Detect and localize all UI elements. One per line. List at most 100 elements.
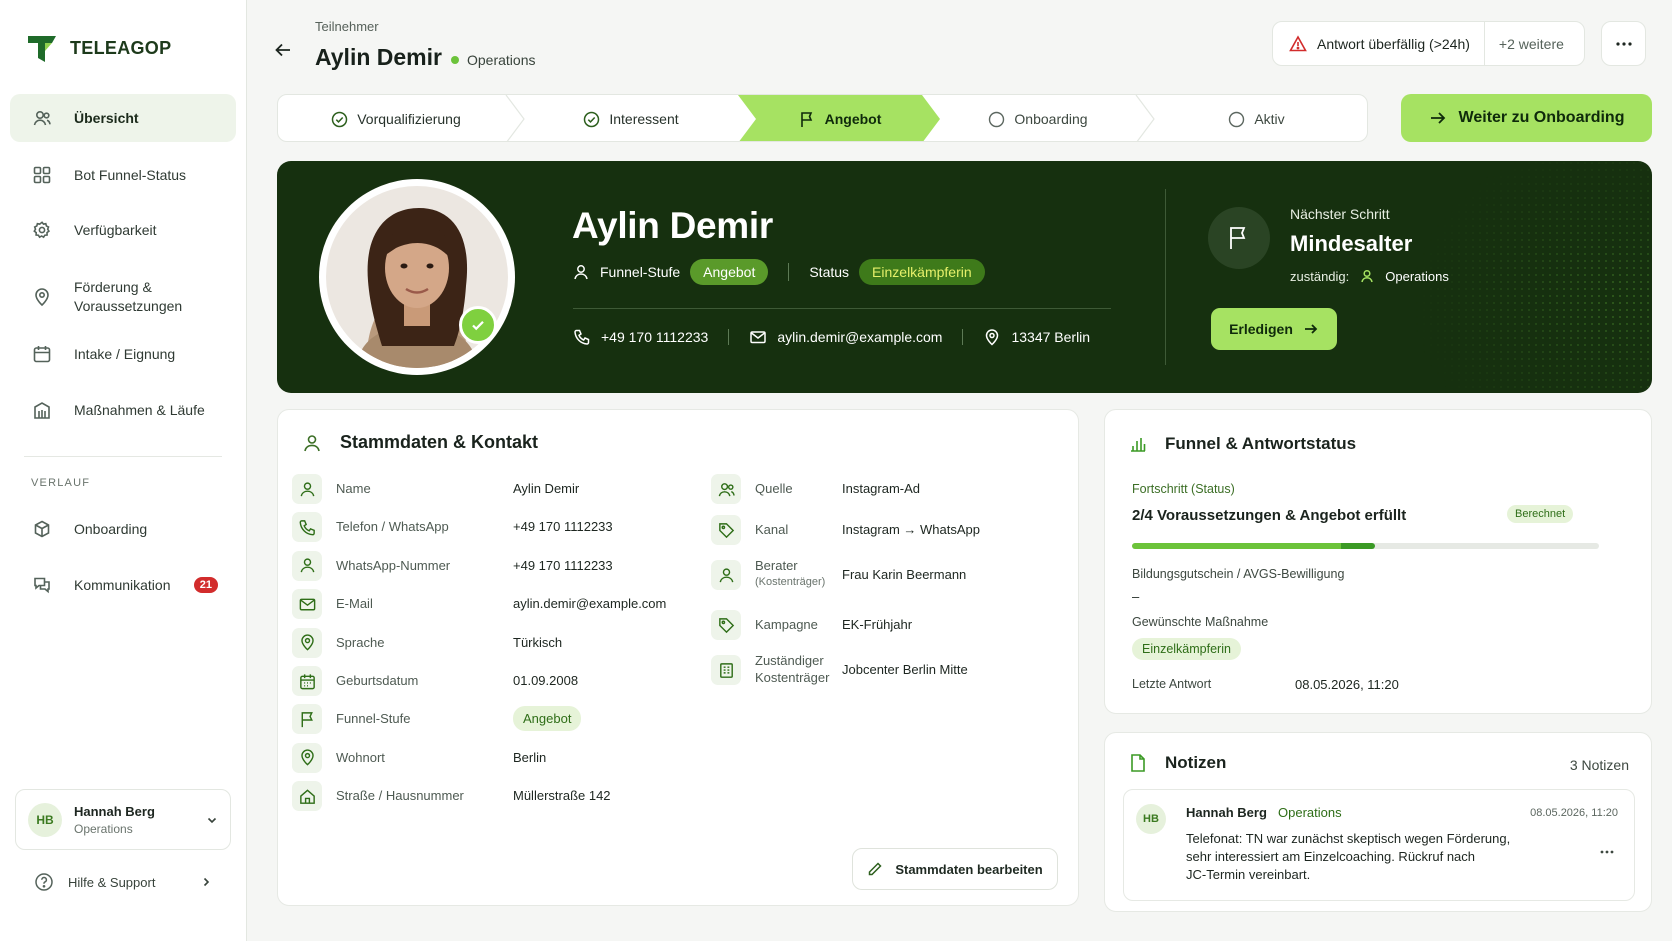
check-icon	[472, 321, 484, 331]
note-line: Telefonat: TN war zunächst skeptisch weg…	[1186, 831, 1511, 846]
phone-value[interactable]: +49 170 1112233	[601, 329, 708, 345]
field-icon	[711, 655, 741, 685]
funnel-status-row: Funnel-Stufe Angebot Status Einzelkämpfe…	[572, 259, 985, 285]
next-step-label: Nächster Schritt	[1290, 206, 1390, 222]
more-options-button[interactable]	[1601, 21, 1646, 66]
alert-text: Antwort überfällig (>24h)	[1317, 35, 1470, 52]
sidebar-item-label: Intake / Eignung	[74, 345, 176, 362]
email-value[interactable]: aylin.demir@example.com	[777, 329, 942, 345]
avatar: HB	[1136, 804, 1166, 834]
divider	[788, 263, 790, 281]
help-link[interactable]: Hilfe & Support	[34, 872, 212, 892]
check-circle-icon	[584, 111, 600, 127]
divider	[962, 329, 964, 345]
field-icon	[292, 627, 322, 658]
field-value: 01.09.2008	[513, 673, 579, 688]
note-more-icon[interactable]	[1600, 850, 1614, 854]
building-icon	[719, 662, 733, 678]
field-icon	[711, 560, 741, 590]
alert-more-link[interactable]: +2 weitere	[1483, 21, 1564, 66]
department-label: Operations	[467, 52, 536, 68]
hero-divider	[573, 308, 1111, 309]
complete-step-button[interactable]: Erledigen	[1211, 308, 1337, 350]
complete-label: Erledigen	[1229, 321, 1293, 337]
next-step-icon-circle	[1208, 207, 1270, 269]
gear-icon	[33, 221, 50, 239]
page-title: Aylin Demir	[315, 44, 442, 70]
sidebar-item-onboarding[interactable]: Onboarding	[10, 505, 236, 553]
field-label-main: Kampagne	[755, 617, 818, 632]
logo-icon	[28, 36, 56, 62]
status-chip: Einzelkämpferin	[859, 259, 985, 285]
field-label-main: Kanal	[755, 522, 789, 537]
chevron-right-icon	[203, 877, 210, 887]
step-vorqualifizierung[interactable]: Vorqualifizierung	[278, 95, 514, 141]
field-label-main: Quelle	[755, 481, 793, 496]
progress-label: Fortschritt (Status)	[1132, 482, 1235, 496]
card-title: Notizen	[1165, 753, 1227, 772]
field-value: Müllerstraße 142	[513, 788, 611, 804]
user-switcher[interactable]: HB Hannah Berg Operations	[15, 789, 231, 850]
location-pin-icon	[300, 634, 314, 651]
logo[interactable]: TELEAGOP	[26, 32, 171, 64]
field-label-main: Zuständiger	[755, 653, 824, 668]
note-item[interactable]: HB Hannah Berg Operations 08.05.2026, 11…	[1123, 789, 1635, 901]
sidebar-item-intake[interactable]: Intake / Eignung	[10, 330, 236, 378]
field-label-sub: (Kostenträger)	[755, 576, 826, 588]
sidebar-item-label: Kommunikation	[74, 576, 171, 593]
progress-fill	[1132, 543, 1375, 549]
field-icon	[711, 515, 741, 545]
next-step-value: Mindesalter	[1290, 231, 1413, 256]
mail-icon	[299, 598, 315, 611]
step-interessent[interactable]: Interessent	[514, 95, 748, 141]
sidebar-item-massnahmen[interactable]: Maßnahmen & Läufe	[10, 386, 236, 434]
arrow-right-icon	[1430, 112, 1445, 124]
brand-name: TELEAGOP	[70, 37, 172, 58]
step-label: Interessent	[609, 111, 679, 127]
edit-stammdaten-button[interactable]: Stammdaten bearbeiten	[852, 848, 1058, 890]
hero-name: Aylin Demir	[572, 205, 773, 246]
field-value: Angebot	[513, 706, 582, 732]
breadcrumb[interactable]: Teilnehmer	[315, 19, 379, 34]
sidebar-item-bot-funnel[interactable]: Bot Funnel-Status	[10, 151, 236, 199]
owner-label: zuständig:	[1290, 268, 1350, 284]
sidebar-item-foerderung[interactable]: Förderung & Voraussetzungen	[10, 270, 236, 324]
location-pin-icon	[35, 288, 49, 307]
sidebar-item-verfuegbarkeit[interactable]: Verfügbarkeit	[10, 206, 236, 254]
field-label: Geburtsdatum	[336, 673, 419, 688]
step-label: Angebot	[824, 111, 882, 127]
overdue-alert[interactable]: Antwort überfällig (>24h) +2 weitere	[1272, 21, 1585, 66]
step-aktiv[interactable]: Aktiv	[1144, 95, 1367, 141]
field-label-main: Berater	[755, 558, 798, 573]
continue-onboarding-button[interactable]: Weiter zu Onboarding	[1401, 94, 1652, 142]
users-icon	[33, 110, 51, 126]
sidebar-item-uebersicht[interactable]: Übersicht	[10, 94, 236, 142]
step-label: Aktiv	[1254, 111, 1285, 127]
step-onboarding[interactable]: Onboarding	[932, 95, 1144, 141]
last-answer-value: 08.05.2026, 11:20	[1295, 677, 1399, 692]
funnel-header: Funnel & Antwortstatus	[1129, 434, 1356, 454]
divider	[728, 329, 730, 345]
unread-badge: 21	[193, 577, 218, 593]
note-team: Operations	[1278, 805, 1342, 820]
help-icon	[35, 873, 53, 891]
mail-icon	[750, 331, 767, 344]
field-label: WhatsApp-Nummer	[336, 557, 451, 573]
sidebar-item-label: Onboarding	[74, 520, 148, 537]
sidebar-item-kommunikation[interactable]: Kommunikation 21	[10, 561, 236, 609]
chevron-down-icon	[207, 817, 217, 823]
field-label-sub: Kostenträger	[755, 670, 830, 685]
circle-icon	[989, 111, 1005, 127]
warning-icon	[1289, 34, 1307, 51]
card-title: Funnel & Antwortstatus	[1165, 434, 1357, 453]
bar-chart-icon	[1131, 438, 1146, 452]
note-icon	[1131, 754, 1145, 772]
phone-icon	[574, 329, 590, 345]
main-content: Teilnehmer Aylin Demir Operations Antwor…	[247, 0, 1672, 941]
location-value: 13347 Berlin	[1011, 329, 1091, 345]
chat-icon	[34, 577, 50, 594]
back-arrow-icon[interactable]	[273, 40, 293, 60]
department-tag: Operations	[451, 52, 535, 68]
step-angebot[interactable]: Angebot	[748, 95, 932, 141]
field-value: Berlin	[513, 749, 547, 765]
